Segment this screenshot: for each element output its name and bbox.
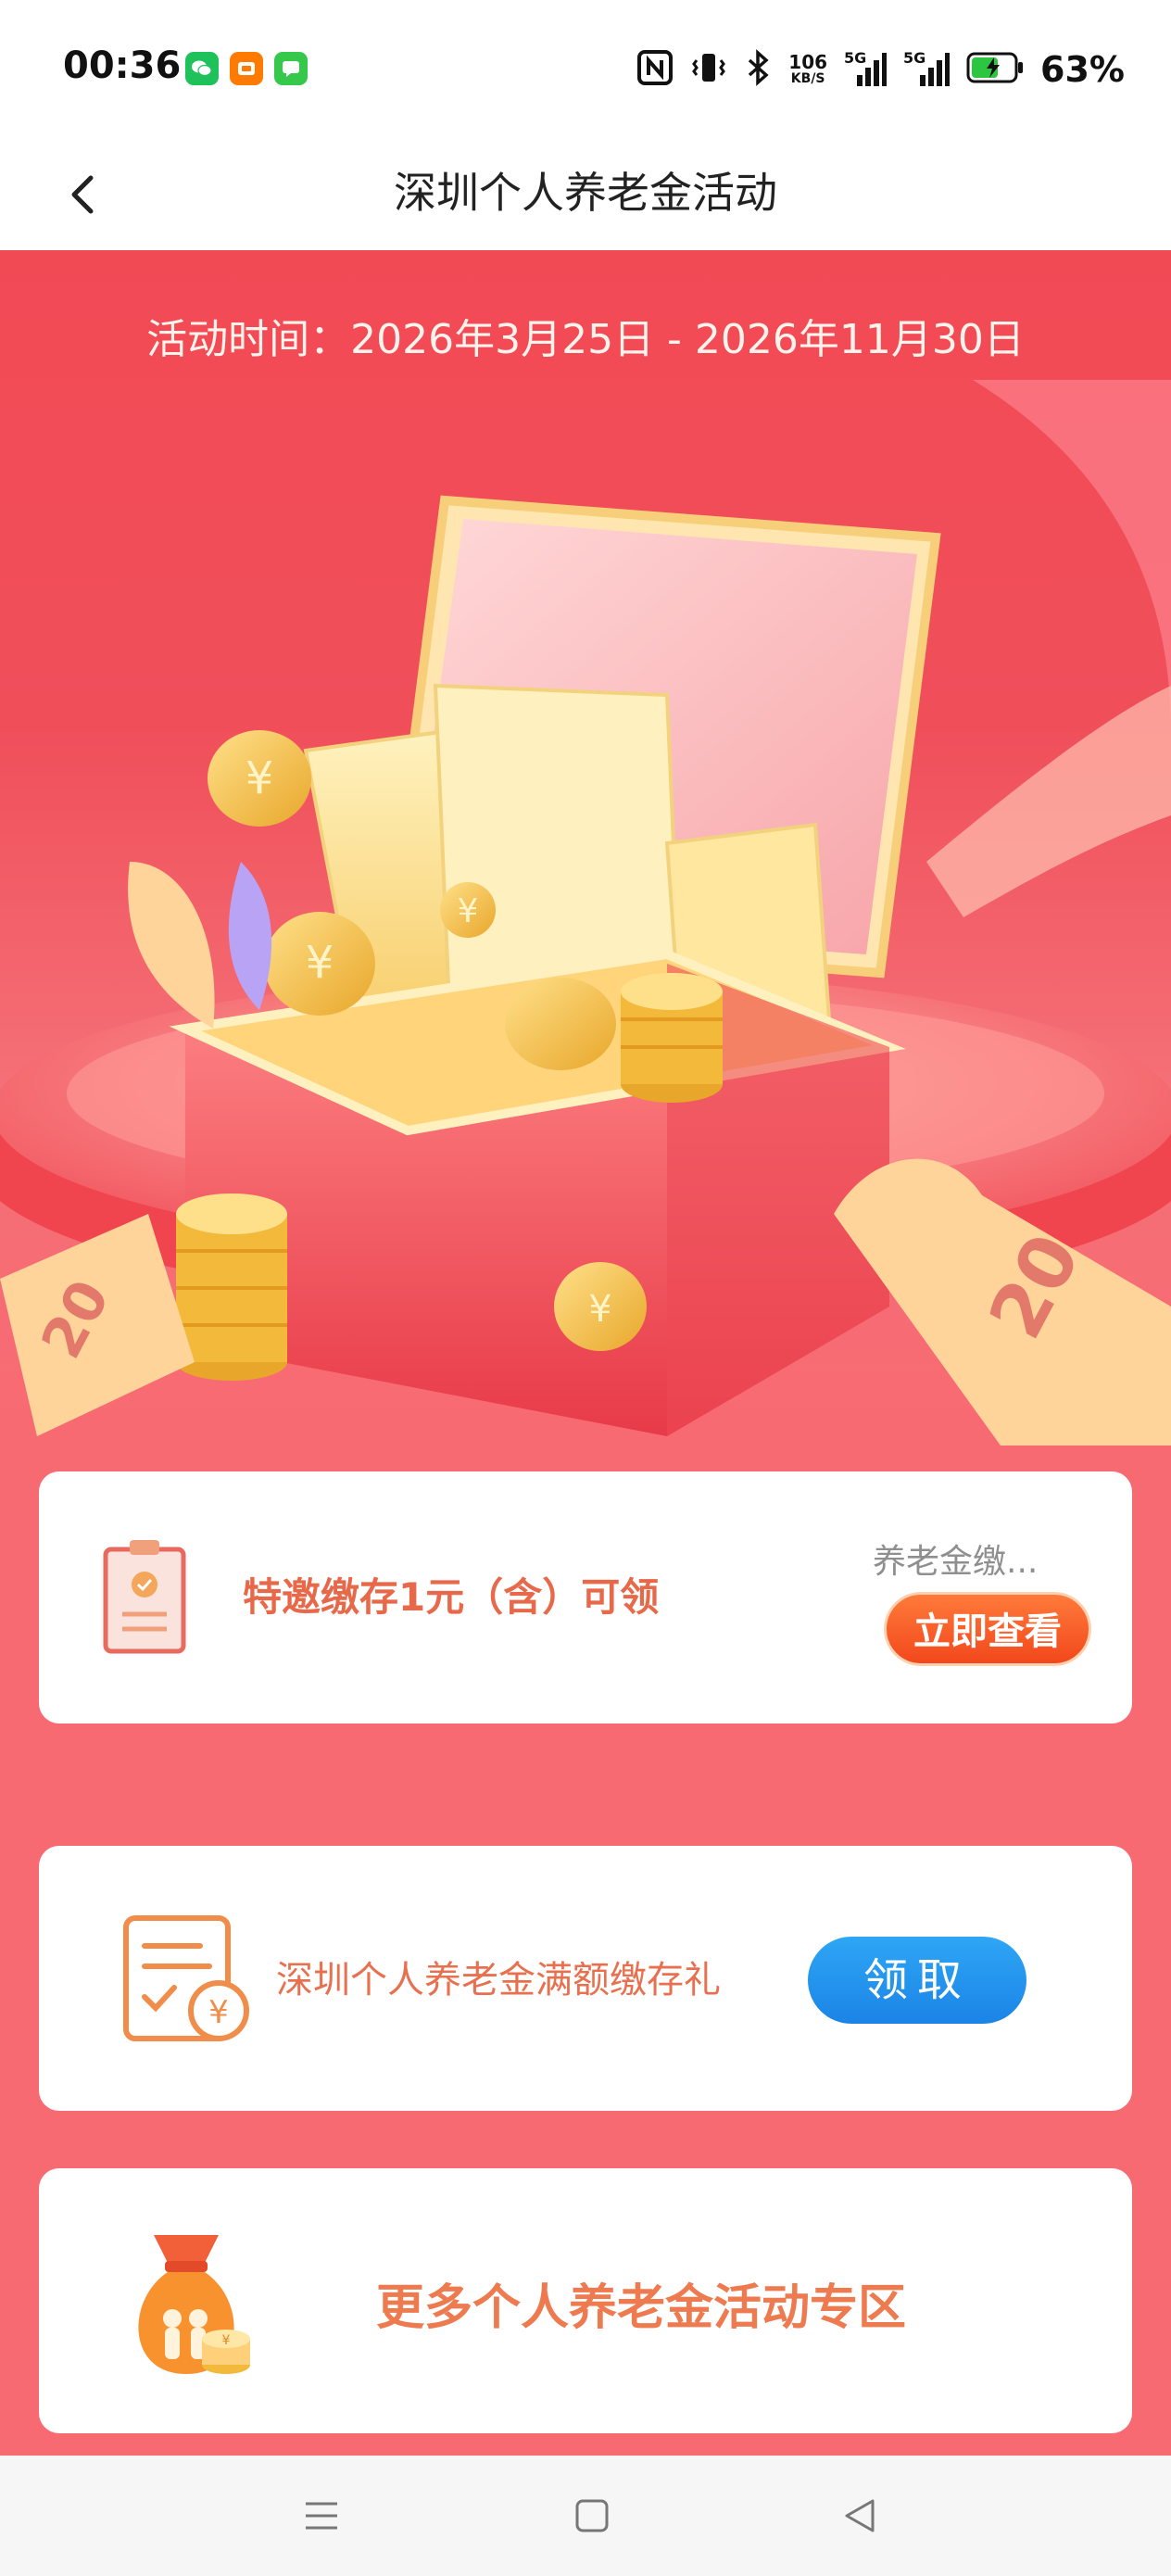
activity-time: 活动时间：2026年3月25日 - 2026年11月30日: [146, 316, 1025, 363]
system-back-button[interactable]: [837, 2493, 884, 2539]
messages-icon: [274, 52, 308, 85]
svg-text:¥: ¥: [246, 752, 274, 804]
network-speed: 106 KB/S: [788, 53, 827, 86]
invite-deposit-card: 特邀缴存1元（含）可领 养老金缴... 立即查看: [39, 1471, 1132, 1724]
nav-bar: 深圳个人养老金活动: [0, 139, 1171, 250]
battery-icon: [966, 52, 1024, 87]
pension-subtext: 养老金缴...: [873, 1543, 1039, 1581]
svg-text:¥: ¥: [306, 937, 334, 989]
vibrate-icon: [690, 49, 727, 90]
network-speed-value: 106: [788, 51, 828, 73]
clipboard-icon: [98, 1536, 191, 1661]
bluetooth-icon: [744, 49, 772, 90]
nfc-icon: [636, 49, 674, 90]
svg-text:¥: ¥: [458, 892, 479, 930]
battery-percent: 63%: [1040, 49, 1125, 90]
taobao-icon: [230, 52, 263, 85]
wechat-icon: [185, 52, 219, 85]
signal-icon: 5G: [844, 49, 888, 90]
treasure-box-illustration: ¥ ¥ ¥ ¥ 20 20: [0, 380, 1171, 1446]
full-deposit-gift-card: ¥ 深圳个人养老金满额缴存礼 领取: [39, 1846, 1132, 2111]
home-button[interactable]: [569, 2493, 615, 2539]
network-speed-unit: KB/S: [790, 71, 825, 86]
svg-text:¥: ¥: [588, 1288, 611, 1331]
more-activities-title: 更多个人养老金活动专区: [375, 2280, 906, 2336]
view-now-button[interactable]: 立即查看: [884, 1592, 1091, 1666]
page-title: 深圳个人养老金活动: [394, 168, 777, 218]
document-yuan-icon: ¥: [117, 1909, 256, 2052]
signal-icon-2: 5G: [903, 49, 951, 90]
full-deposit-gift-title: 深圳个人养老金满额缴存礼: [276, 1959, 721, 2001]
status-time: 00:36: [63, 44, 182, 87]
more-activities-card[interactable]: ¥ 更多个人养老金活动专区: [39, 2168, 1132, 2433]
claim-button[interactable]: 领取: [808, 1937, 1026, 2024]
system-nav-bar: [0, 2456, 1171, 2576]
square-icon: [575, 2499, 609, 2532]
invite-deposit-title: 特邀缴存1元（含）可领: [243, 1574, 660, 1620]
status-bar: 00:36 106 KB/S 5G 5G 63%: [0, 0, 1171, 139]
svg-text:¥: ¥: [208, 1994, 229, 2031]
triangle-back-icon: [845, 2499, 875, 2532]
menu-icon: [306, 2502, 337, 2530]
menu-button[interactable]: [298, 2493, 345, 2539]
status-indicators: 106 KB/S 5G 5G 63%: [636, 46, 1125, 93]
hero-banner: 活动时间：2026年3月25日 - 2026年11月30日 ¥ ¥ ¥ ¥ 20…: [0, 250, 1171, 1446]
